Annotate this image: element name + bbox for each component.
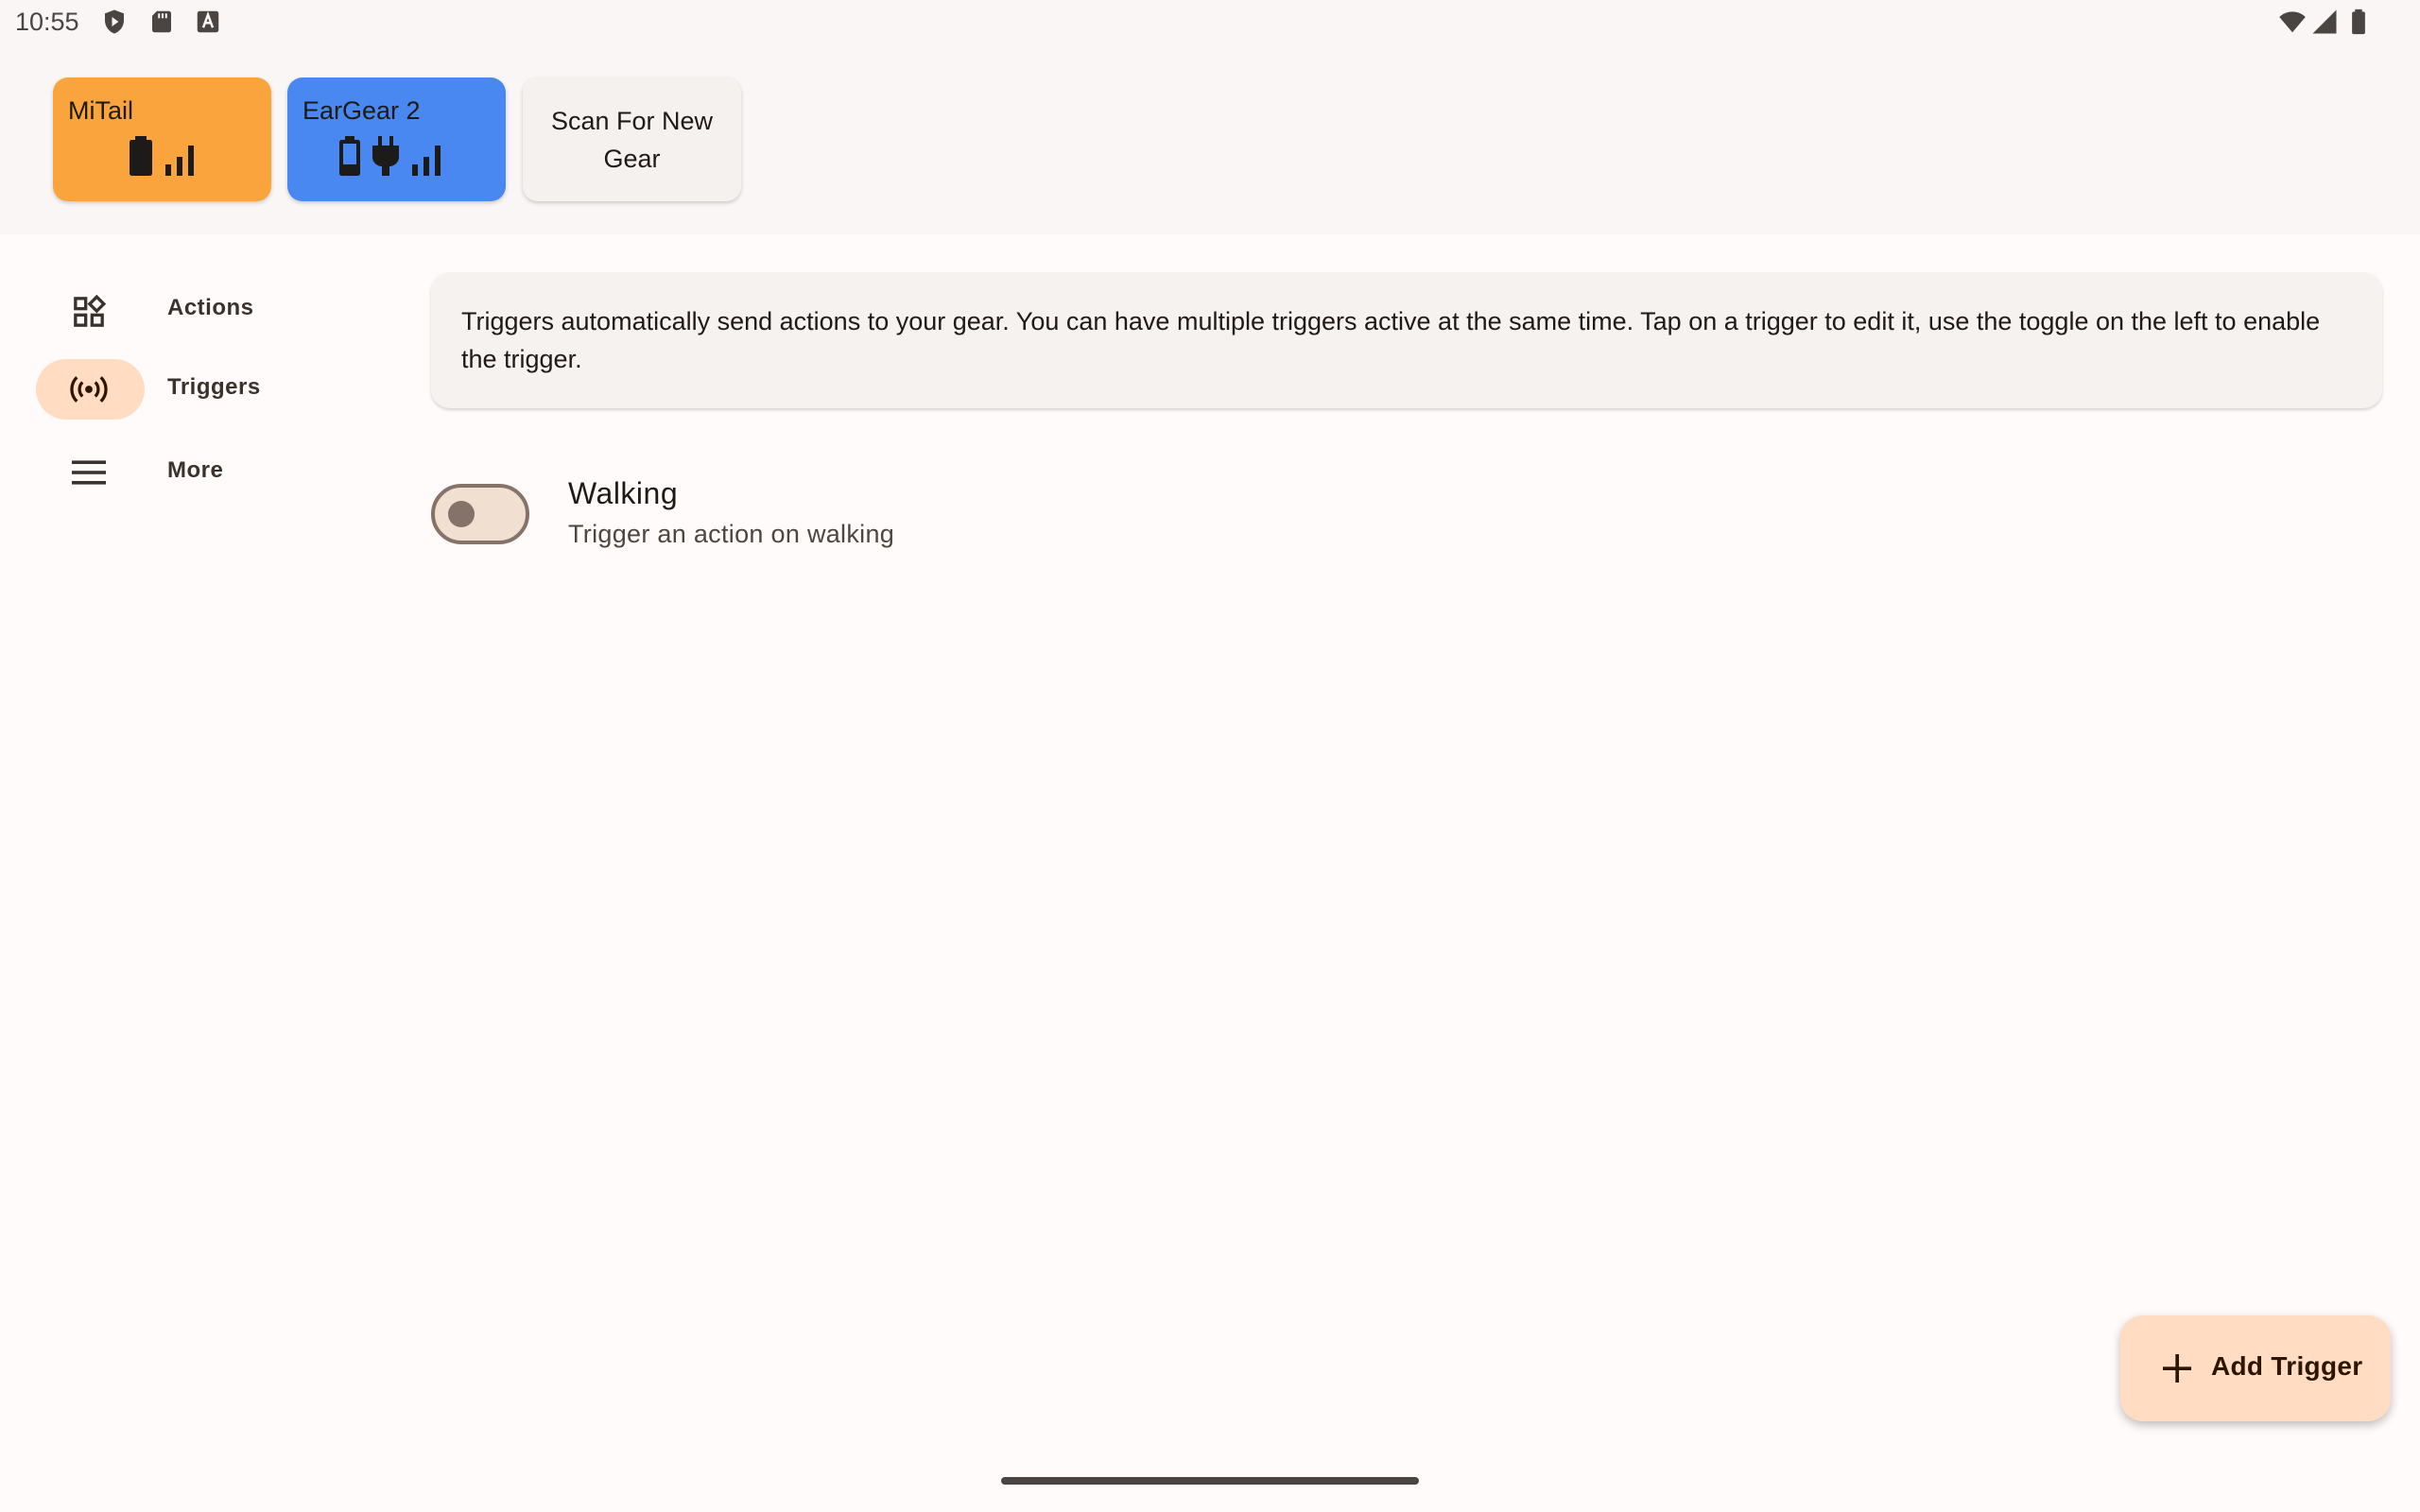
sd-card-icon [147, 8, 176, 36]
gear-card-mitail[interactable]: MiTail [53, 77, 271, 201]
nav-label: Actions [167, 295, 254, 320]
plus-icon [2158, 1349, 2196, 1387]
menu-icon [68, 455, 110, 490]
widgets-icon [68, 293, 110, 327]
nav-item-triggers[interactable]: Triggers [36, 359, 320, 420]
battery-icon [338, 136, 361, 176]
info-text: Triggers automatically send actions to y… [461, 307, 2321, 373]
battery-icon [2344, 8, 2373, 36]
nav-item-actions[interactable]: Actions [36, 280, 320, 340]
gear-status-icons [128, 136, 198, 176]
charging-plug-icon [371, 136, 401, 176]
battery-icon [128, 136, 154, 176]
trigger-row-walking[interactable]: Walking Trigger an action on walking [431, 472, 1565, 567]
status-time: 10:55 [15, 8, 79, 36]
fab-label: Add Trigger [2211, 1351, 2363, 1381]
triggers-info-card: Triggers automatically send actions to y… [431, 272, 2382, 408]
signal-bars-icon [410, 142, 444, 176]
sensors-icon [68, 372, 110, 406]
trigger-enable-toggle[interactable] [431, 484, 529, 544]
gear-header: MiTail EarGear 2 Scan For New Gear [0, 47, 2420, 234]
gear-status-icons [338, 136, 444, 176]
signal-bars-icon [164, 142, 198, 176]
add-trigger-button[interactable]: Add Trigger [2120, 1315, 2391, 1421]
screen: 10:55 MiTail EarGear 2 Scan For New Gear… [0, 0, 2420, 1512]
trigger-subtitle: Trigger an action on walking [568, 520, 895, 548]
status-bar: 10:55 [0, 0, 2420, 47]
keyboard-a-icon [194, 8, 222, 36]
play-protect-icon [100, 8, 129, 36]
gear-name: EarGear 2 [302, 96, 421, 125]
toggle-knob [448, 501, 475, 527]
gesture-navigation-bar[interactable] [1001, 1477, 1419, 1485]
gear-name: MiTail [68, 96, 134, 125]
trigger-title: Walking [568, 476, 679, 510]
scan-for-new-gear-button[interactable]: Scan For New Gear [523, 77, 741, 201]
nav-item-more[interactable]: More [36, 442, 320, 503]
navigation-rail: Actions Triggers More [0, 234, 397, 1463]
nav-label: More [167, 457, 224, 483]
cell-signal-icon [2310, 8, 2339, 36]
wifi-icon [2278, 8, 2307, 36]
scan-button-label: Scan For New Gear [550, 106, 714, 173]
gear-card-eargear-2[interactable]: EarGear 2 [287, 77, 506, 201]
nav-label: Triggers [167, 374, 261, 400]
